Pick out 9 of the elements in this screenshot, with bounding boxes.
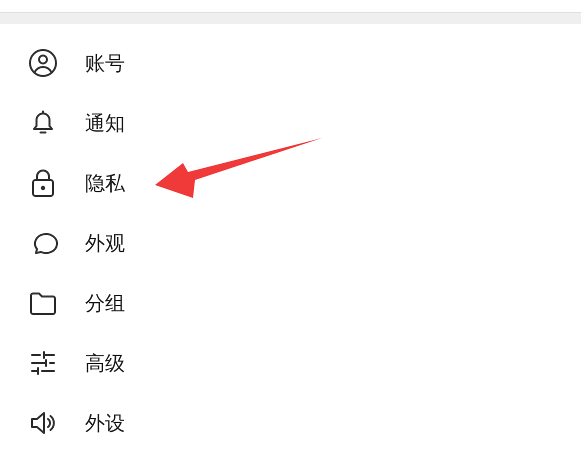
menu-item[interactable]: 账号 (0, 33, 328, 93)
user-icon (28, 48, 58, 78)
menu-item[interactable]: 通知 (0, 93, 328, 153)
menu-item[interactable]: 高级 (0, 333, 328, 393)
menu-item[interactable]: 隐私 (0, 153, 328, 213)
menu-item[interactable]: 外观 (0, 213, 328, 273)
sliders-icon (28, 348, 58, 378)
menu-item[interactable]: 外设 (0, 393, 328, 453)
menu-item[interactable]: 分组 (0, 273, 328, 333)
